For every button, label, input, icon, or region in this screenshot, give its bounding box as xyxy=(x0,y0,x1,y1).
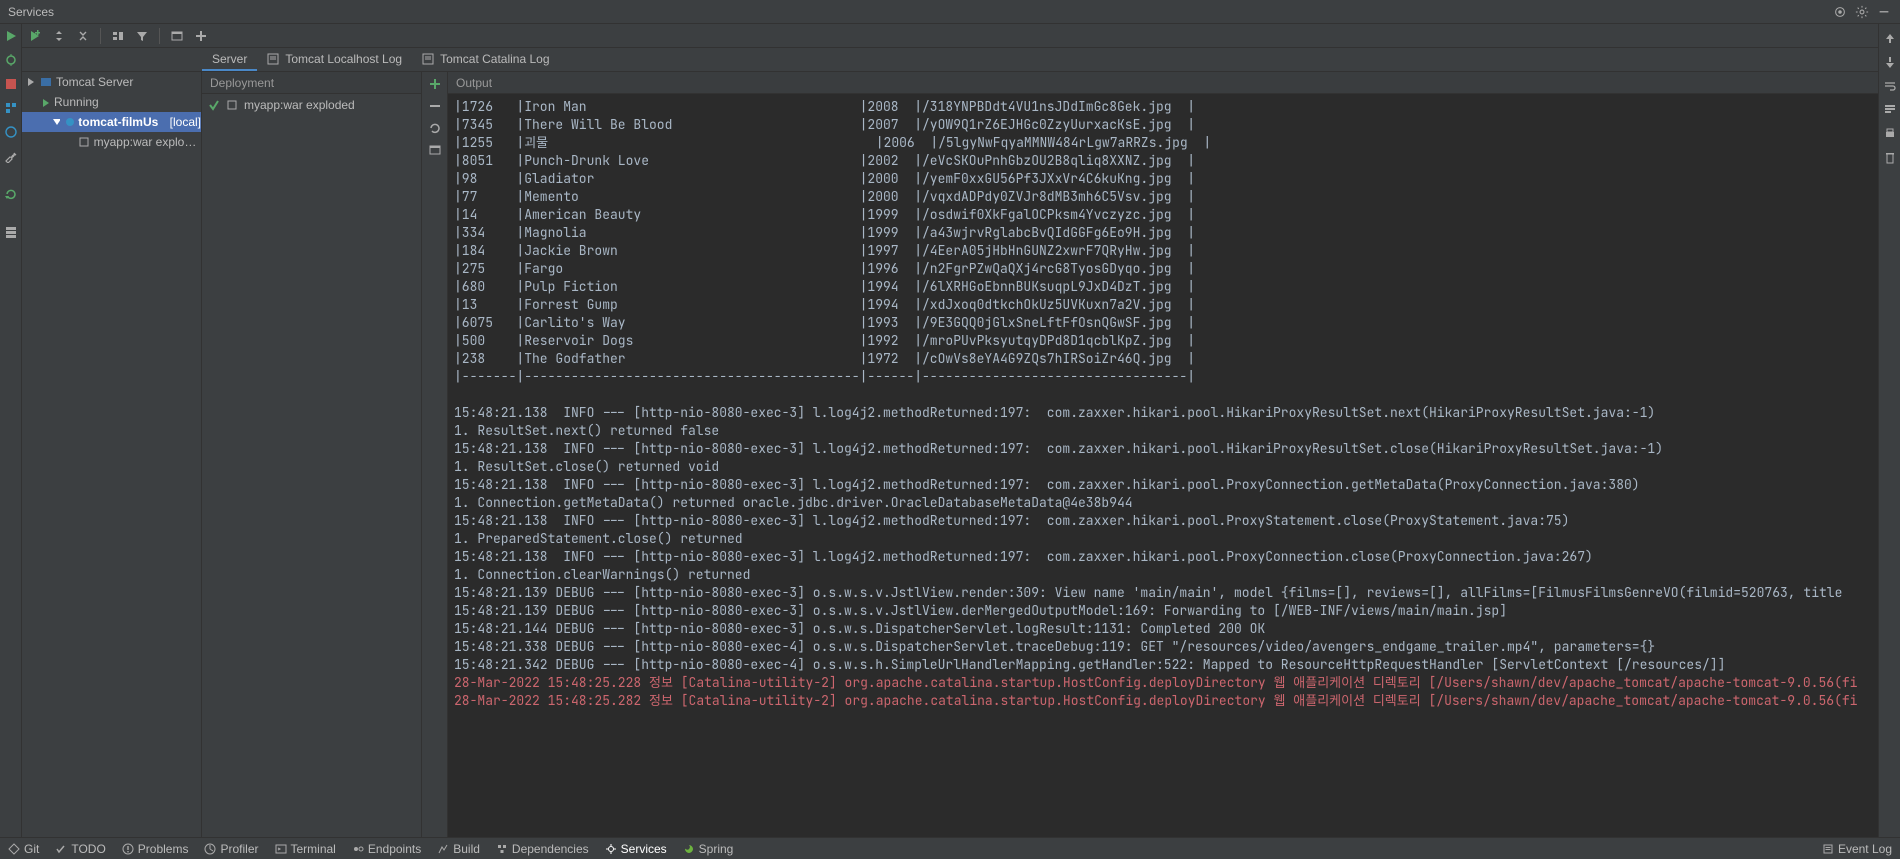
scroll-to-end-icon[interactable] xyxy=(1882,102,1898,118)
tab-catalina-log[interactable]: Tomcat Catalina Log xyxy=(412,48,559,71)
status-build[interactable]: Build xyxy=(437,842,480,856)
status-event-log[interactable]: Event Log xyxy=(1822,842,1892,856)
status-problems[interactable]: Problems xyxy=(122,842,189,856)
output-panel: Output |1726 |Iron Man |2008 |/318YNPBDd… xyxy=(448,72,1878,837)
collapse-all-icon[interactable] xyxy=(74,27,92,45)
print-icon[interactable] xyxy=(1882,126,1898,142)
status-profiler[interactable]: Profiler xyxy=(204,842,258,856)
stop-icon[interactable] xyxy=(3,76,19,92)
open-browser-icon[interactable] xyxy=(168,27,186,45)
add-config-icon[interactable] xyxy=(26,27,44,45)
update-icon[interactable] xyxy=(3,124,19,140)
gear-icon[interactable] xyxy=(1854,4,1870,20)
deployment-panel: Deployment myapp:war exploded xyxy=(202,72,422,837)
status-git[interactable]: Git xyxy=(8,842,39,856)
deploy-actions xyxy=(422,72,448,837)
expand-all-icon[interactable] xyxy=(50,27,68,45)
threads-icon[interactable] xyxy=(3,100,19,116)
status-endpoints[interactable]: Endpoints xyxy=(352,842,421,856)
status-spring[interactable]: Spring xyxy=(683,842,734,856)
deploy-refresh-icon[interactable] xyxy=(427,120,443,136)
deployment-header: Deployment xyxy=(202,72,421,94)
soft-wrap-icon[interactable] xyxy=(1882,78,1898,94)
left-gutter xyxy=(0,24,22,837)
tree-config-item[interactable]: tomcat-filmUs [local] xyxy=(22,112,201,132)
layout-icon[interactable] xyxy=(3,224,19,240)
output-header: Output xyxy=(448,72,1878,94)
debug-icon[interactable] xyxy=(3,52,19,68)
tabs-row: Server Tomcat Localhost Log Tomcat Catal… xyxy=(22,48,1878,72)
services-title: Services xyxy=(8,5,54,19)
down-arrow-icon[interactable] xyxy=(1882,54,1898,70)
minimize-icon[interactable] xyxy=(1876,4,1892,20)
group-by-icon[interactable] xyxy=(109,27,127,45)
status-todo[interactable]: TODO xyxy=(55,842,105,856)
services-title-bar: Services xyxy=(0,0,1900,24)
tab-server[interactable]: Server xyxy=(202,48,257,71)
focus-icon[interactable] xyxy=(1832,4,1848,20)
rerun-icon[interactable] xyxy=(3,186,19,202)
clear-icon[interactable] xyxy=(1882,150,1898,166)
up-arrow-icon[interactable] xyxy=(1882,30,1898,46)
status-bar: Git TODO Problems Profiler Terminal Endp… xyxy=(0,837,1900,859)
wrench-icon[interactable] xyxy=(3,148,19,164)
tab-localhost-log[interactable]: Tomcat Localhost Log xyxy=(257,48,412,71)
status-terminal[interactable]: Terminal xyxy=(275,842,336,856)
deploy-remove-icon[interactable] xyxy=(427,98,443,114)
right-gutter xyxy=(1878,24,1900,837)
tree-running-group[interactable]: Running xyxy=(22,92,201,112)
status-dependencies[interactable]: Dependencies xyxy=(496,842,589,856)
services-toolbar xyxy=(22,24,1878,48)
add-icon[interactable] xyxy=(192,27,210,45)
filter-icon[interactable] xyxy=(133,27,151,45)
tree-root-tomcat[interactable]: Tomcat Server xyxy=(22,72,201,92)
output-console[interactable]: |1726 |Iron Man |2008 |/318YNPBDdt4VU1ns… xyxy=(448,94,1878,837)
run-config-tree: Tomcat Server Running tomcat-filmUs [loc… xyxy=(22,72,202,837)
deployment-artifact[interactable]: myapp:war exploded xyxy=(202,94,421,116)
deploy-browser-icon[interactable] xyxy=(427,142,443,158)
status-services[interactable]: Services xyxy=(605,842,667,856)
tree-artifact-item[interactable]: myapp:war exploded xyxy=(22,132,201,152)
deploy-add-icon[interactable] xyxy=(427,76,443,92)
run-icon[interactable] xyxy=(3,28,19,44)
